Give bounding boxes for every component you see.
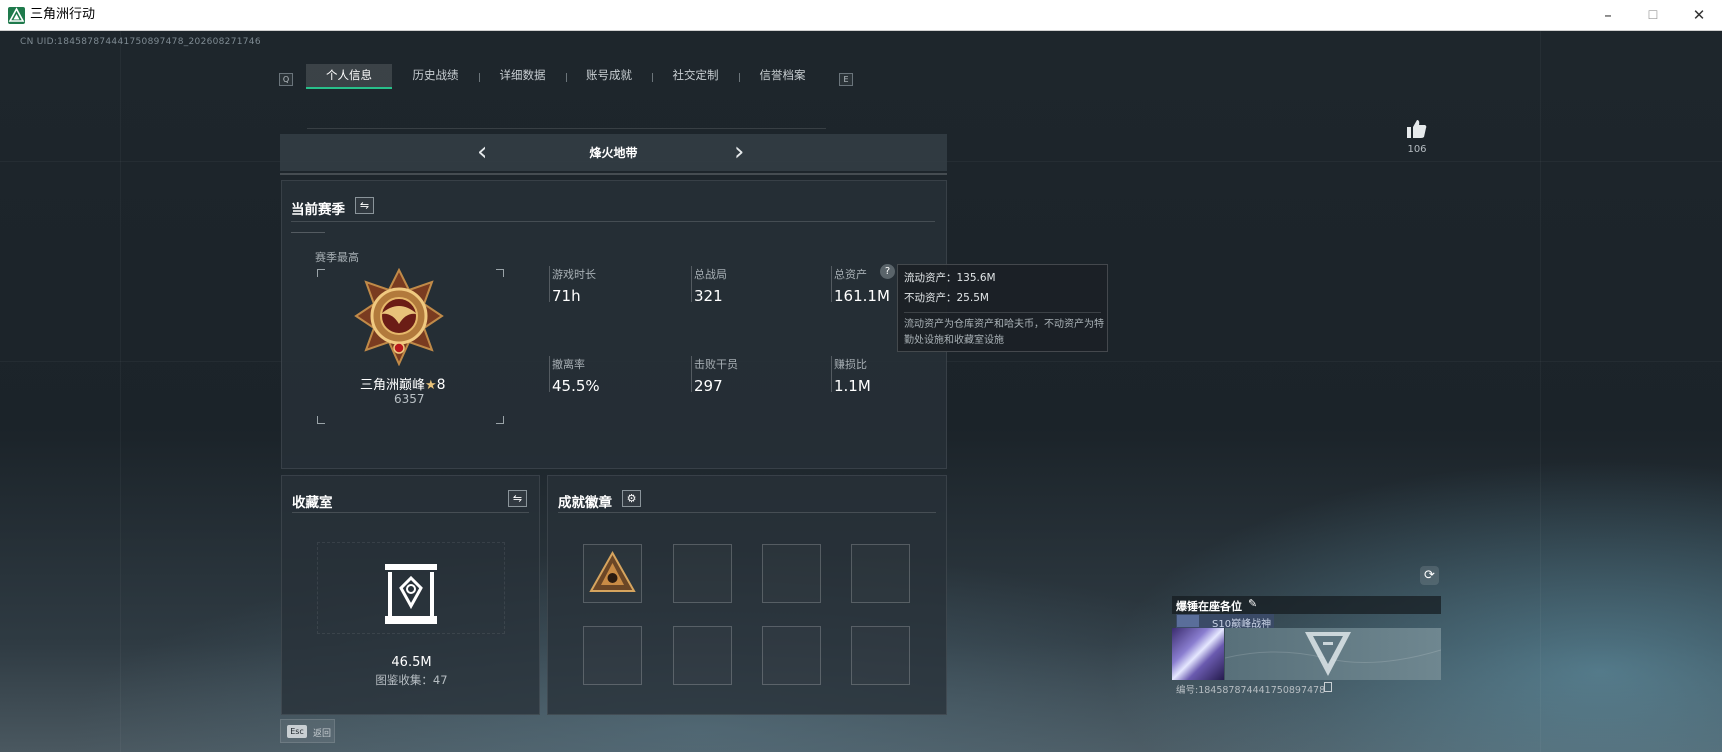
season-switch-icon[interactable]: ⇋ [355,197,374,214]
stat-value: 71h [552,287,581,305]
esc-back-button[interactable]: Esc 返回 [280,719,335,743]
card-player-id: 编号:18458787444175089747​8 [1176,685,1326,696]
achievement-badge-slot[interactable] [583,544,642,603]
copy-id-icon[interactable] [1324,682,1332,692]
minimize-button[interactable]: – [1585,0,1631,31]
tooltip-divider [904,312,1101,313]
section-rule [558,512,936,513]
collection-switch-icon[interactable]: ⇋ [508,490,527,507]
section-tick [291,232,325,233]
achievement-badge-slot[interactable] [851,626,910,685]
stat-value: 297 [694,377,723,395]
stat-value: 1.1M [834,377,871,395]
card-player-name: 爆锤在座各位 [1176,600,1242,613]
bg-grid-line [120,31,121,752]
achievements-panel: 成就徽章 ⚙ [547,475,947,715]
close-button[interactable]: ✕ [1676,0,1722,31]
game-viewport: CN UID:18458787444175089747​8_2026082717… [0,31,1722,752]
refresh-card-button[interactable]: ⟳ [1420,566,1439,585]
stat-divider [691,356,692,392]
rank-level: 8 [436,377,446,393]
tooltip-fixed: 不动资产：25.5M [904,292,989,304]
achievement-badge-slot[interactable] [673,626,732,685]
window-title: 三角洲行动 [30,7,96,22]
tab-next-key[interactable]: E [839,73,853,86]
achievement-badge-icon [589,550,636,592]
season-panel: 当前赛季 ⇋ 赛季最高 三角洲巅峰★8 6357 游戏时长 71h 总战局 32… [281,180,947,469]
stat-label: 游戏时长 [552,268,596,281]
tooltip-description: 流动资产为仓库资产和哈夫币，不动资产为特勤处设施和收藏室设施 [904,319,1104,346]
esc-back-label: 返回 [313,729,332,739]
tab-social[interactable]: 社交定制 [652,64,739,89]
stat-value: 45.5% [552,377,600,395]
display-case-icon [383,562,439,626]
stat-divider [831,266,832,302]
stat-label: 总资产 [834,268,867,281]
tab-details[interactable]: 详细数据 [479,64,566,89]
rank-name: 三角洲巅峰 [360,378,426,393]
asset-help-icon[interactable]: ? [880,264,895,279]
stat-divider [691,266,692,302]
like-widget[interactable]: 106 [1404,119,1430,155]
bg-grid-line [1540,31,1541,752]
stat-label: 总战局 [694,268,727,281]
esc-key-icon: Esc [287,725,307,738]
frame-corner [317,416,325,424]
frame-corner [496,269,504,277]
stat-value: 161.1M [834,287,890,305]
mode-underline [280,173,947,175]
player-avatar [1172,628,1224,680]
thumbs-up-icon [1407,120,1427,138]
collection-panel: 收藏室 ⇋ 46.5M 图鉴收集：47 [281,475,540,715]
maximize-button[interactable]: ☐ [1630,0,1676,31]
title-emblem-icon [1177,615,1199,627]
stat-divider [549,266,550,302]
player-card[interactable]: 爆锤在座各位 ✎ S10巅峰战神 编号:18458787444175089747… [1172,596,1442,714]
window-titlebar: 三角洲行动 – ☐ ✕ [0,0,1722,31]
mode-selector: ‹ 烽火地带 › [280,134,947,171]
section-rule [291,221,935,222]
tab-prev-key[interactable]: Q [279,73,293,86]
frame-corner [317,269,325,277]
tab-history[interactable]: 历史战绩 [392,64,479,89]
tooltip-liquid: 流动资产：135.6M [904,272,996,284]
mode-title: 烽火地带 [589,146,638,160]
achievement-badge-slot[interactable] [583,626,642,685]
stat-value: 321 [694,287,723,305]
collection-title: 收藏室 [292,495,333,511]
stat-divider [831,356,832,392]
player-uid: CN UID:18458787444175089747​8_2026082717… [20,37,261,47]
like-count: 106 [1407,144,1427,155]
achievement-badge-slot[interactable] [673,544,732,603]
stat-label: 撤离率 [552,358,585,371]
achievements-title: 成就徽章 [558,495,612,511]
achievement-badge-slot[interactable] [762,626,821,685]
collection-value: 46.5M [391,655,432,670]
season-highest-label: 赛季最高 [315,251,359,264]
rank-emblem-icon [354,267,444,367]
stat-label: 击败干员 [694,358,738,371]
stat-label: 赚损比 [834,358,867,371]
achievement-badge-slot[interactable] [851,544,910,603]
mode-next-arrow-icon[interactable]: › [734,138,744,166]
collection-count: 图鉴收集：47 [375,673,448,687]
tab-personal-info[interactable]: 个人信息 [306,64,392,89]
app-logo-icon [8,7,25,24]
rank-points: 6357 [394,392,425,406]
tab-reputation[interactable]: 信誉档案 [739,64,826,89]
tabs-underline [307,128,826,129]
card-banner [1224,628,1442,680]
tab-achievements[interactable]: 账号成就 [566,64,652,89]
achievements-settings-icon[interactable]: ⚙ [622,490,641,507]
achievement-badge-slot[interactable] [762,544,821,603]
asset-tooltip: 流动资产：135.6M 不动资产：25.5M 流动资产为仓库资产和哈夫币，不动资… [897,264,1108,352]
rank-star-icon: ★ [425,378,437,393]
frame-corner [496,416,504,424]
section-rule [292,512,529,513]
edit-name-icon[interactable]: ✎ [1248,597,1257,610]
rank-name-row: 三角洲巅峰★8 [360,374,446,393]
stat-divider [549,356,550,392]
season-title: 当前赛季 [291,202,345,218]
